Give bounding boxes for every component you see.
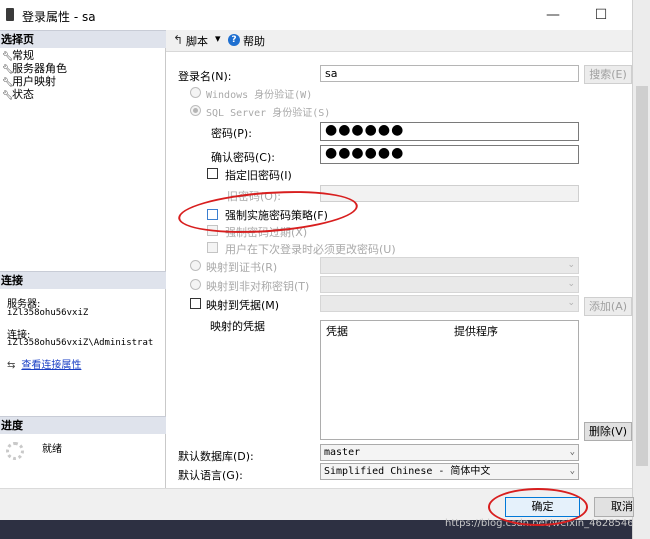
password-input[interactable]: ●●●●●● [320,122,579,141]
login-name-input[interactable]: sa [320,65,579,82]
connection-value: iZl358ohu56vxiZ\Administrat [7,338,154,348]
script-dropdown-icon[interactable]: ▾ [215,32,221,45]
progress-status: 就绪 [42,444,62,455]
sql-auth-label: SQL Server 身份验证(S) [206,108,331,119]
annotation-circle-ok [488,488,588,526]
progress-header: 进度 [0,416,166,434]
map-credential-checkbox[interactable] [190,298,201,309]
credential-column-header[interactable]: 凭据 [326,323,348,339]
default-database-select[interactable]: master ⌄ [320,444,579,461]
chevron-down-icon: ⌄ [569,466,575,476]
credential-select[interactable]: ⌄ [320,295,579,312]
default-language-label: 默认语言(G): [178,469,243,482]
mapped-credentials-label: 映射的凭据 [210,320,265,333]
server-value: iZl358ohu56vxiZ [7,308,89,318]
left-panel: 选择页 🔧︎常规 🔧︎服务器角色 🔧︎用户映射 🔧︎状态 连接 服务器: iZl… [0,30,166,488]
connection-icon: ⇆ [7,360,16,371]
chevron-down-icon: ⌄ [567,260,575,270]
radio-dot [193,108,198,113]
app-icon [6,8,14,21]
map-asymmetric-key-label: 映射到非对称密钥(T) [206,280,310,293]
maximize-button[interactable]: ☐ [578,0,624,30]
map-certificate-label: 映射到证书(R) [206,261,278,274]
must-change-checkbox[interactable] [207,242,218,253]
connection-header: 连接 [0,271,166,289]
chevron-down-icon: ⌄ [567,298,575,308]
specify-old-password-checkbox[interactable] [207,168,218,179]
help-icon: ? [228,34,240,46]
help-button[interactable]: 帮助 [243,33,265,49]
cancel-button[interactable]: 取消 [594,497,634,517]
default-language-select[interactable]: Simplified Chinese - 简体中文 ⌄ [320,463,579,480]
scrollbar-thumb[interactable] [636,86,648,466]
remove-credential-button[interactable]: 删除(V) [584,422,632,441]
asymmetric-key-select[interactable]: ⌄ [320,276,579,293]
map-credential-label: 映射到凭据(M) [206,299,280,312]
sql-auth-radio[interactable] [190,105,201,116]
spinner-icon [6,442,24,460]
confirm-password-label: 确认密码(C): [211,151,275,164]
select-page-header: 选择页 [0,30,166,48]
certificate-select[interactable]: ⌄ [320,257,579,274]
map-certificate-radio[interactable] [190,260,201,271]
chevron-down-icon: ⌄ [569,447,575,457]
login-name-label: 登录名(N): [178,70,232,83]
wrench-icon: 🔧︎ [2,91,14,101]
annotation-circle-policy [176,185,360,239]
map-asymmetric-key-radio[interactable] [190,279,201,290]
script-icon: ↰ [173,33,184,47]
mapped-credentials-list[interactable]: 凭据 提供程序 [320,320,579,440]
specify-old-password-label: 指定旧密码(I) [225,169,292,182]
windows-auth-label: Windows 身份验证(W) [206,90,313,101]
toolbar: ↰ 脚本 ▾ ? 帮助 [166,30,632,52]
password-label: 密码(P): [211,127,252,140]
window-title: 登录属性 - sa [22,10,96,24]
provider-column-header[interactable]: 提供程序 [454,323,498,339]
windows-auth-radio[interactable] [190,87,201,98]
must-change-label: 用户在下次登录时必须更改密码(U) [225,243,396,256]
confirm-password-input[interactable]: ●●●●●● [320,145,579,164]
search-button[interactable]: 搜索(E) [584,65,632,84]
minimize-button[interactable]: — [530,0,576,30]
chevron-down-icon: ⌄ [567,279,575,289]
page-item-status[interactable]: 🔧︎状态 [2,86,34,102]
default-database-label: 默认数据库(D): [178,450,254,463]
add-credential-button[interactable]: 添加(A) [584,297,632,316]
old-password-input[interactable] [320,185,579,202]
background-window-scrollbar[interactable] [632,0,650,539]
script-button[interactable]: 脚本 [186,33,208,49]
view-connection-properties[interactable]: ⇆ 查看连接属性 [7,356,81,371]
title-bar: 登录属性 - sa — ☐ [0,0,632,30]
